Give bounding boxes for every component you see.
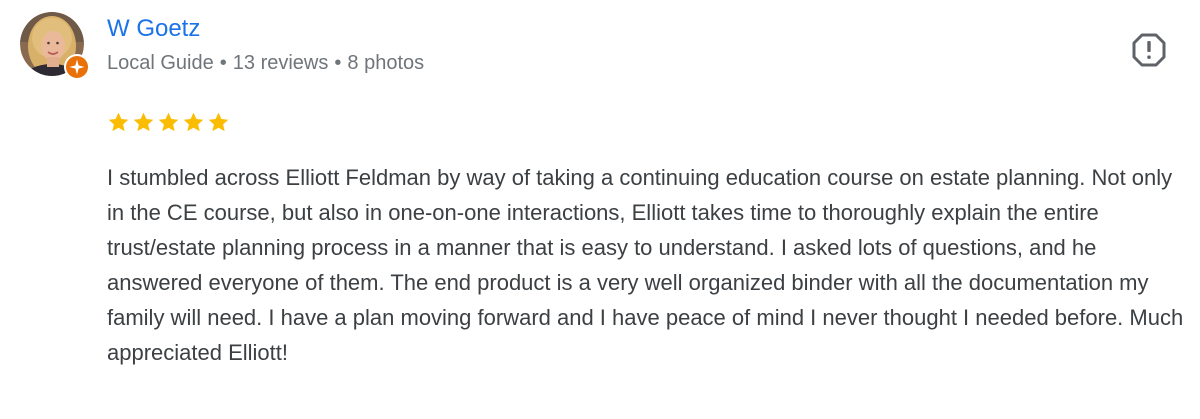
report-review-button[interactable] (1130, 31, 1168, 69)
local-guide-badge-icon (64, 54, 90, 80)
meta-separator: • (334, 52, 342, 74)
meta-separator: • (219, 52, 227, 74)
star-icon (183, 112, 204, 132)
review-text: I stumbled across Elliott Feldman by way… (107, 165, 1184, 365)
star-icon (208, 112, 229, 132)
report-flag-icon (1132, 33, 1166, 67)
star-icon (133, 112, 154, 132)
photo-count: 8 photos (347, 52, 425, 74)
star-rating (106, 110, 231, 136)
author-name-link[interactable]: W Goetz (107, 13, 200, 45)
review-card: W Goetz Local Guide • 13 reviews • 8 photos … (0, 0, 1200, 419)
local-guide-label: Local Guide (107, 52, 214, 74)
star-icon (108, 112, 129, 132)
avatar[interactable] (20, 12, 90, 80)
author-meta: Local Guide • 13 reviews • 8 photos (107, 49, 424, 77)
review-count: 13 reviews (232, 52, 329, 74)
star-icon (158, 112, 179, 132)
